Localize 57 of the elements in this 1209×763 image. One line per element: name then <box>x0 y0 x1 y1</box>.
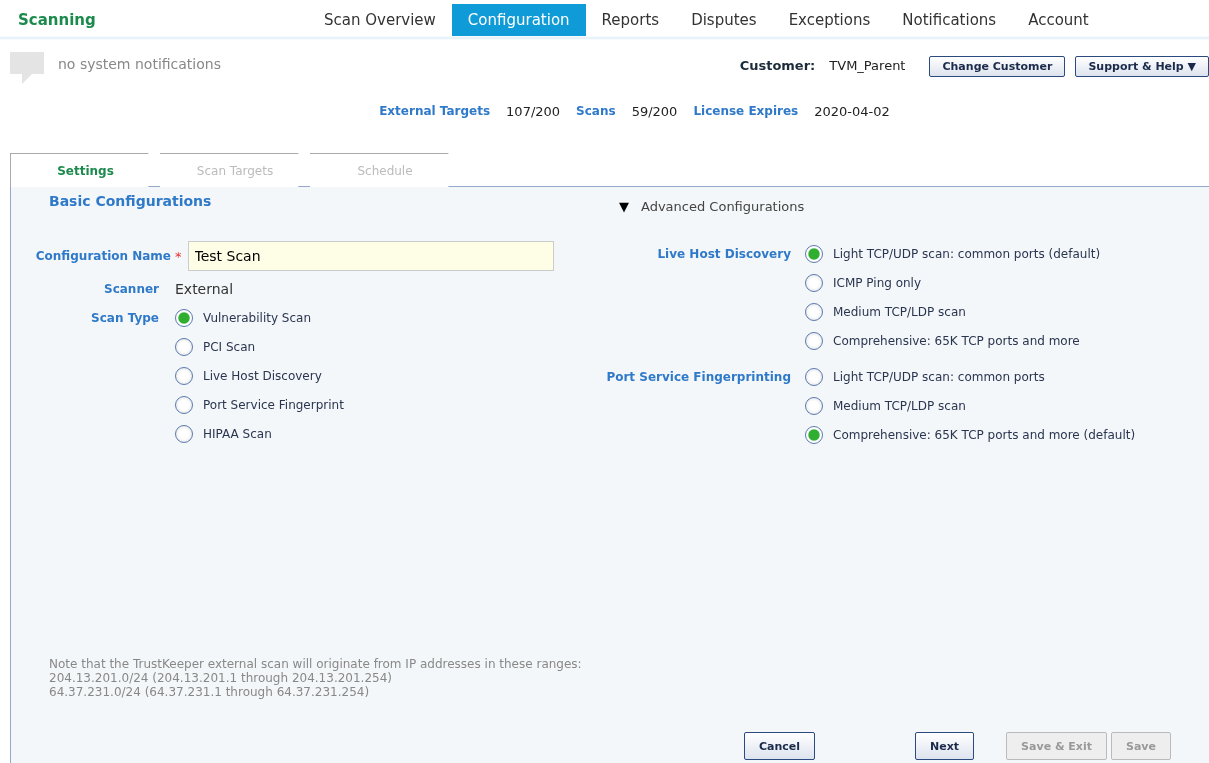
nav-tab[interactable]: Disputes <box>675 4 773 36</box>
header-button[interactable]: Support & Help ▼ <box>1075 56 1209 77</box>
radio-option[interactable]: Light TCP/UDP scan: common ports <box>805 368 1045 386</box>
action-button[interactable]: Next <box>915 732 975 760</box>
field-label: Live Host Discovery <box>657 247 791 261</box>
radio-option[interactable]: Live Host Discovery <box>175 367 322 385</box>
expand-toggle-icon[interactable]: ▼ <box>619 199 629 214</box>
radio-button[interactable] <box>175 309 193 327</box>
input-field[interactable]: Test Scan <box>187 241 554 271</box>
radio-button[interactable] <box>805 274 823 292</box>
header-button[interactable]: Change Customer <box>929 56 1066 77</box>
radio-button[interactable] <box>175 367 193 385</box>
section-title: Basic Configurations <box>49 193 213 211</box>
notification-text: no system notifications <box>58 56 222 72</box>
radio-button[interactable] <box>805 426 823 444</box>
nav-tab[interactable]: Notifications <box>886 4 1013 36</box>
radio-option[interactable]: Vulnerability Scan <box>175 309 312 327</box>
field-label: Port Service Fingerprinting <box>606 370 791 384</box>
radio-button[interactable] <box>805 245 823 263</box>
customer-name: TVM_Parent <box>829 58 906 73</box>
action-button[interactable]: Cancel <box>744 732 816 760</box>
radio-button[interactable] <box>175 396 193 414</box>
radio-button[interactable] <box>175 338 193 356</box>
section-title[interactable]: Advanced Configurations <box>641 199 805 214</box>
scanner-value: External <box>175 281 235 297</box>
radio-option[interactable]: HIPAA Scan <box>175 425 272 443</box>
radio-option[interactable]: Comprehensive: 65K TCP ports and more (default) <box>805 426 1136 444</box>
field-label: Configuration Name <box>35 249 171 263</box>
stat-label: External Targets <box>379 104 491 120</box>
field-label: Scan Type <box>91 311 159 325</box>
radio-button[interactable] <box>805 303 823 321</box>
radio-option[interactable]: Light TCP/UDP scan: common ports (default) <box>805 245 1101 263</box>
radio-option[interactable]: Medium TCP/LDP scan <box>805 397 966 415</box>
radio-button[interactable] <box>805 397 823 415</box>
stat-value: 59/200 <box>631 104 678 121</box>
radio-option[interactable]: Port Service Fingerprint <box>175 396 344 414</box>
stat-label: License Expires <box>693 104 799 120</box>
app-title: Scanning <box>18 11 97 29</box>
nav-tab[interactable]: Account <box>1012 4 1105 36</box>
nav-tab[interactable]: Reports <box>585 4 676 36</box>
radio-option[interactable]: PCI Scan <box>175 338 256 356</box>
radio-button[interactable] <box>805 332 823 350</box>
radio-button[interactable] <box>175 425 193 443</box>
stat-label: Scans <box>576 104 616 120</box>
stat-value: 107/200 <box>506 104 561 121</box>
stat-value: 2020-04-02 <box>814 104 890 121</box>
customer-label: Customer: <box>739 58 816 73</box>
nav-tab[interactable]: Exceptions <box>772 4 887 36</box>
nav-tab[interactable]: Scan Overview <box>308 4 452 36</box>
ip-range-note: Note that the TrustKeeper external scan will originate from IP addresses in these ranges: 204.13.201.0/24 (204.13.201.1 through 204.13.201.254) 64.37.231.0/24 (64.37.231.1 through 64.37.231.254) <box>49 657 583 699</box>
field-label: Scanner <box>104 282 159 296</box>
speech-bubble-icon <box>10 52 44 84</box>
radio-option[interactable]: Comprehensive: 65K TCP ports and more <box>805 332 1080 350</box>
radio-button[interactable] <box>805 368 823 386</box>
required-mark: * <box>175 248 182 264</box>
radio-option[interactable]: ICMP Ping only <box>805 274 922 292</box>
radio-option[interactable]: Medium TCP/LDP scan <box>805 303 966 321</box>
